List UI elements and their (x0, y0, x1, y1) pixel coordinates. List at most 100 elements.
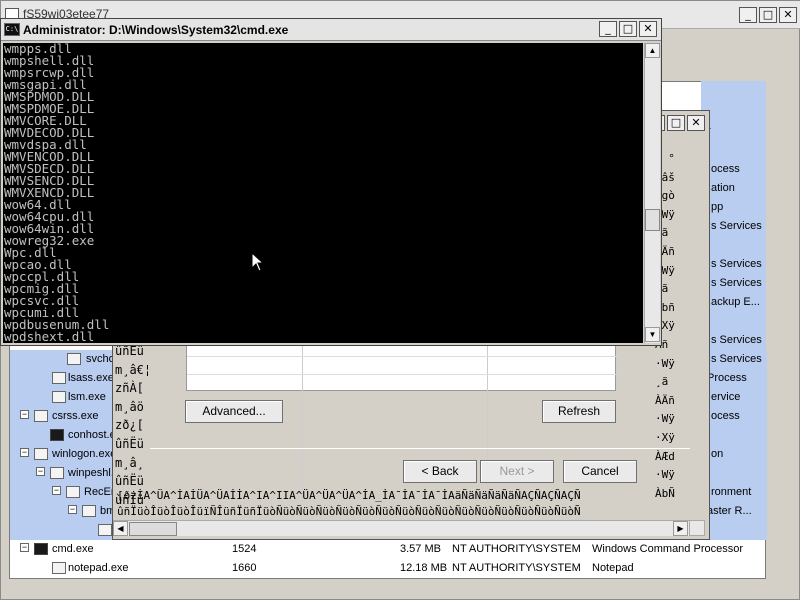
process-description: s Services (711, 220, 762, 232)
horizontal-scrollbar[interactable]: ◀ ▶ (113, 520, 689, 536)
process-description: ervice (711, 391, 741, 403)
process-icon (52, 391, 66, 403)
process-icon (50, 467, 64, 479)
console-line: wowreg32.exe (4, 233, 95, 248)
console-line: wpcao.dll (4, 257, 72, 272)
console-line: WMVSDECD.DLL (4, 161, 95, 176)
console-line: wpccpl.dll (4, 269, 80, 284)
back-button[interactable]: < Back (403, 460, 477, 483)
process-user: NT AUTHORITY\SYSTEM (452, 562, 581, 574)
mouse-cursor-icon (251, 252, 265, 272)
table-row[interactable]: − cmd.exe 1524 3.57 MB NT AUTHORITY\SYST… (10, 540, 767, 559)
console-line: WMVSENCD.DLL (4, 173, 95, 188)
process-name: RecEr (84, 486, 115, 498)
collapse-icon[interactable]: − (20, 448, 29, 457)
minimize-button[interactable]: _ (739, 7, 757, 23)
process-name: notepad.exe (68, 562, 129, 574)
process-name: lsass.exe (68, 372, 114, 384)
notepad-icon (52, 562, 66, 574)
console-line: wpcmig.dll (4, 281, 80, 296)
wizard-separator (150, 448, 690, 449)
console-line: wpdbusenum.dll (4, 317, 110, 332)
wizard-list-area[interactable] (186, 343, 617, 504)
console-line: WMVCORE.DLL (4, 113, 87, 128)
process-pid: 1524 (232, 543, 257, 555)
scroll-right-icon[interactable]: ▶ (673, 521, 688, 536)
close-button[interactable]: ✕ (687, 115, 705, 131)
refresh-button[interactable]: Refresh (542, 400, 616, 423)
process-icon (98, 524, 112, 536)
console-line: wow64cpu.dll (4, 209, 95, 224)
process-description: s Services (711, 258, 762, 270)
scroll-down-icon[interactable]: ▼ (645, 327, 660, 342)
close-button[interactable]: ✕ (639, 21, 657, 37)
console-line: wmpps.dll (4, 43, 72, 56)
process-name: cmd.exe (52, 543, 94, 555)
console-line: WMSPDMOD.DLL (4, 89, 95, 104)
process-description: Windows Command Processor (592, 543, 743, 555)
process-name: lsm.exe (68, 391, 106, 403)
close-button[interactable]: ✕ (779, 7, 797, 23)
console-icon (50, 429, 64, 441)
vertical-scrollbar[interactable]: ▲ ▼ (644, 43, 660, 343)
console-line: Wpc.dll (4, 245, 57, 260)
cmd-icon: C:\ (4, 23, 20, 36)
process-description: s Services (711, 334, 762, 346)
console-line: wpcsvc.dll (4, 293, 80, 308)
console-line: WMVXENCD.DLL (4, 185, 95, 200)
collapse-icon[interactable]: − (36, 467, 45, 476)
console-line: WMVENCOD.DLL (4, 149, 95, 164)
process-description: ocess (711, 163, 740, 175)
minimize-button[interactable]: _ (599, 21, 617, 37)
collapse-icon[interactable]: − (52, 486, 61, 495)
console-output[interactable]: wmpps.dll wmpshell.dll wmpsrcwp.dll wmsgapi… (3, 43, 643, 343)
console-line: WMVDECOD.DLL (4, 125, 95, 140)
process-description: ackup E... (711, 296, 760, 308)
garbled-text: [ðżİA^ÜA^İAİÜA^ÜAİİA^IA^IIA^ÜA^ÜA^ÜA^İA_… (117, 489, 581, 518)
process-pid: 1660 (232, 562, 257, 574)
scroll-up-icon[interactable]: ▲ (645, 43, 660, 58)
process-description: s Services (711, 277, 762, 289)
console-line: wmpshell.dll (4, 53, 95, 68)
process-name: conhost.e (68, 429, 116, 441)
garbled-text: ûñËü m¸â€¦ zñÀ[ m¸âö zð¿[ ûñËü m¸â¸ ûñËü… (115, 344, 152, 512)
cmd-window: C:\ Administrator: D:\Windows\System32\c… (0, 18, 662, 346)
scroll-thumb[interactable] (645, 209, 660, 231)
collapse-icon[interactable]: − (20, 543, 29, 552)
process-description: Process (707, 372, 747, 384)
process-description: s Services (711, 353, 762, 365)
scroll-left-end-icon[interactable] (689, 520, 705, 536)
process-name: winpeshl. (68, 467, 114, 479)
maximize-button[interactable]: □ (759, 7, 777, 23)
process-description: ocess (711, 410, 740, 422)
console-line: wmvdspa.dll (4, 137, 87, 152)
advanced-button[interactable]: Advanced... (185, 400, 283, 423)
process-icon (66, 486, 80, 498)
process-description: on (711, 448, 724, 460)
collapse-icon[interactable]: − (68, 505, 77, 514)
collapse-icon[interactable]: − (20, 410, 29, 419)
process-description: pp (711, 201, 724, 213)
console-icon (34, 543, 48, 555)
maximize-button[interactable]: □ (667, 115, 685, 131)
console-line: wmsgapi.dll (4, 77, 87, 92)
process-description: Notepad (592, 562, 634, 574)
process-user: NT AUTHORITY\SYSTEM (452, 543, 581, 555)
process-description: aster R... (707, 505, 752, 517)
process-name: winlogon.exe (52, 448, 117, 460)
process-icon (67, 353, 81, 365)
console-line: wow64win.dll (4, 221, 95, 236)
table-row[interactable]: notepad.exe 1660 12.18 MB NT AUTHORITY\S… (10, 559, 767, 578)
maximize-button[interactable]: □ (619, 21, 637, 37)
cancel-button[interactable]: Cancel (563, 460, 637, 483)
console-line: wow64.dll (4, 197, 72, 212)
process-description: ation (711, 182, 735, 194)
cmd-titlebar: C:\ Administrator: D:\Windows\System32\c… (1, 19, 661, 41)
scroll-thumb[interactable] (129, 522, 177, 536)
next-button: Next > (480, 460, 554, 483)
cmd-title: Administrator: D:\Windows\System32\cmd.e… (23, 23, 289, 37)
console-line: WMSPDMOE.DLL (4, 101, 95, 116)
process-icon (52, 372, 66, 384)
process-name: csrss.exe (52, 410, 99, 422)
scroll-left-icon[interactable]: ◀ (113, 521, 128, 536)
